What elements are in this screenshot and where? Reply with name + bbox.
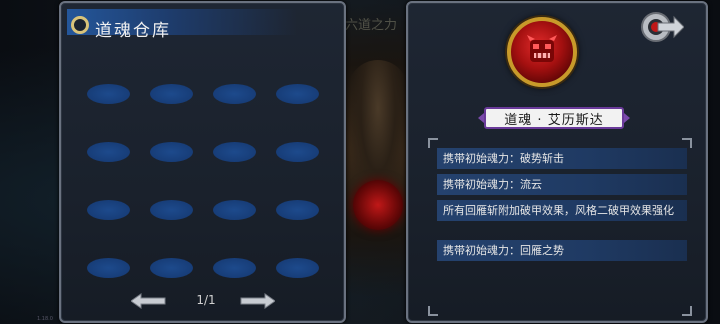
soul-slot[interactable] <box>87 84 130 104</box>
arrow-right-icon[interactable] <box>239 293 275 309</box>
warehouse-panel: 道魂仓库 1/1 <box>59 1 346 323</box>
soul-slot[interactable] <box>213 142 256 162</box>
demon-face-icon <box>527 35 557 62</box>
soul-slot[interactable] <box>213 84 256 104</box>
attribute-row: 携带初始魂力：破势斩击 <box>437 148 687 169</box>
soul-slot[interactable] <box>87 258 130 278</box>
background-title: 六道之力 <box>345 18 398 33</box>
soul-slot[interactable] <box>150 142 193 162</box>
soul-slot[interactable] <box>213 258 256 278</box>
soul-slot[interactable] <box>150 84 193 104</box>
ring-icon <box>71 16 89 34</box>
background-orb <box>353 180 403 230</box>
warehouse-header: 道魂仓库 <box>67 9 297 41</box>
version-label: 1.18.0 <box>37 316 53 322</box>
soul-slot[interactable] <box>150 258 193 278</box>
soul-detail-panel: 道魂 · 艾历斯达 携带初始魂力：破势斩击 携带初始魂力：流云 所有回雁斩附加破… <box>406 1 708 323</box>
page-indicator: 1/1 <box>196 293 216 307</box>
attribute-row: 所有回雁斩附加破甲效果，风格二破甲效果强化 <box>437 200 687 221</box>
soul-slot[interactable] <box>276 142 319 162</box>
arrow-left-icon[interactable] <box>131 293 167 309</box>
warehouse-title: 道魂仓库 <box>95 21 171 41</box>
soul-name: 道魂 · 艾历斯达 <box>504 113 604 128</box>
soul-slot[interactable] <box>150 200 193 220</box>
soul-slot[interactable] <box>213 200 256 220</box>
soul-slot[interactable] <box>276 258 319 278</box>
soul-orb <box>507 17 577 87</box>
attribute-row: 携带初始魂力：回雁之势 <box>437 240 687 261</box>
soul-slot[interactable] <box>276 84 319 104</box>
exit-icon[interactable] <box>640 9 684 45</box>
soul-name-banner: 道魂 · 艾历斯达 <box>478 107 630 129</box>
soul-slot[interactable] <box>87 200 130 220</box>
attribute-frame: 携带初始魂力：破势斩击 携带初始魂力：流云 所有回雁斩附加破甲效果，风格二破甲效… <box>428 138 692 316</box>
soul-slot[interactable] <box>276 200 319 220</box>
soul-slot[interactable] <box>87 142 130 162</box>
attribute-row: 携带初始魂力：流云 <box>437 174 687 195</box>
